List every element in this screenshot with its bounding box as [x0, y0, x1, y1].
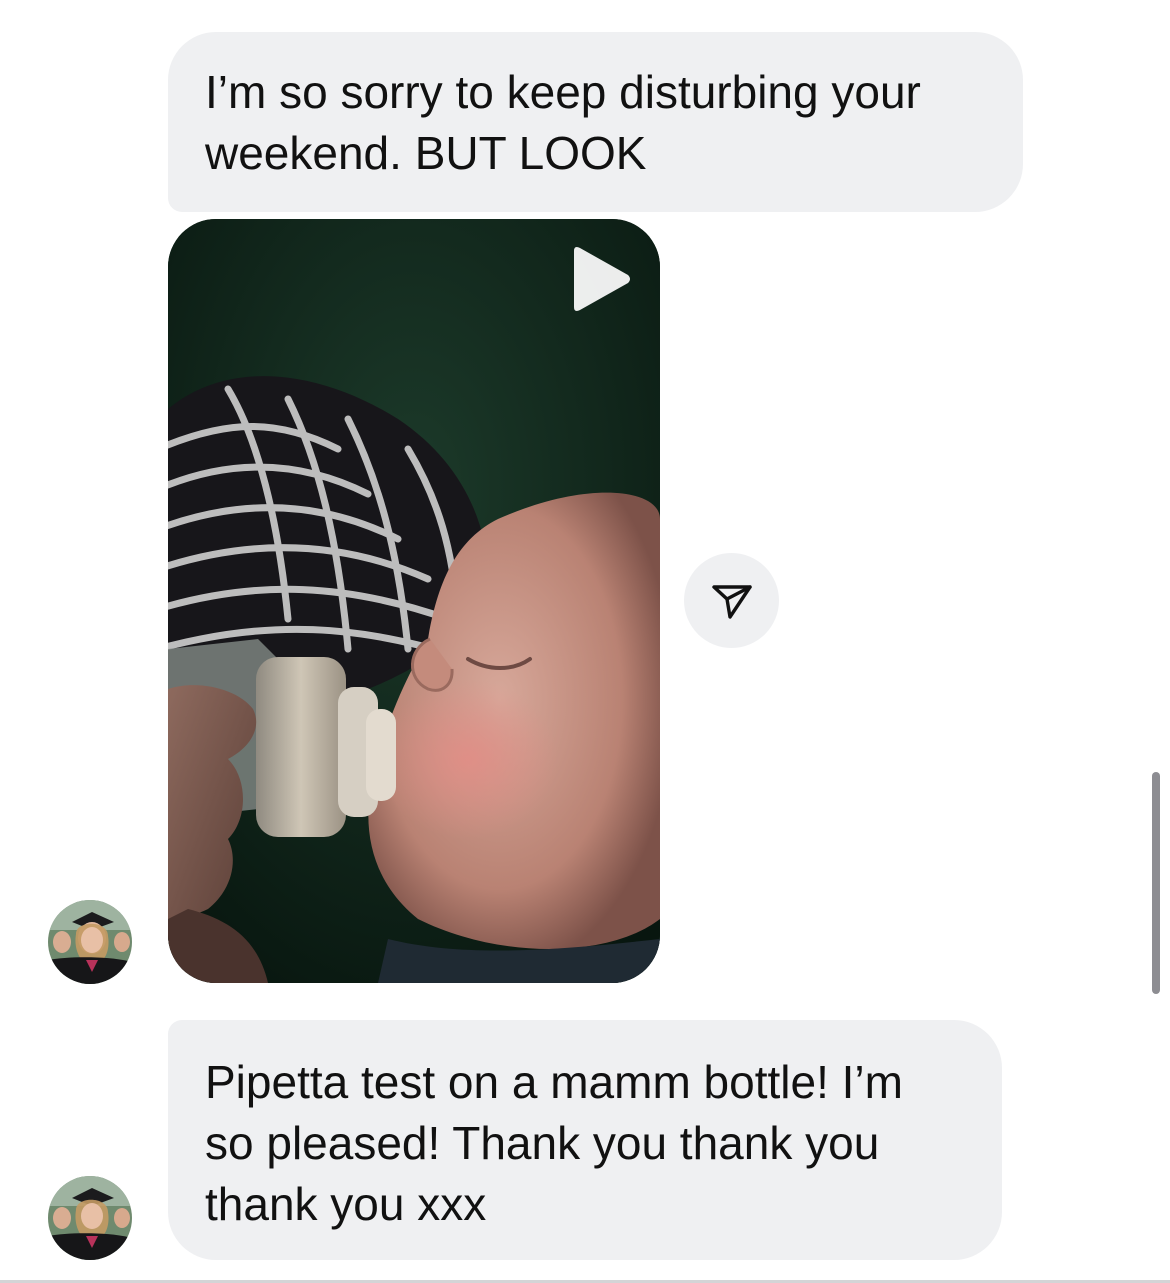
sender-avatar[interactable] [48, 900, 132, 984]
play-icon[interactable] [568, 245, 632, 313]
video-message[interactable] [168, 219, 660, 983]
message-text: Pipetta test on a mamm bottle! I’m so pl… [205, 1056, 903, 1230]
sender-avatar[interactable] [48, 1176, 132, 1260]
chat-thread: I’m so sorry to keep disturbing your wee… [0, 0, 1170, 1283]
message-bubble[interactable]: I’m so sorry to keep disturbing your wee… [168, 32, 1023, 212]
video-thumbnail [168, 219, 660, 983]
paper-plane-icon [711, 584, 752, 619]
scrollbar[interactable] [1152, 772, 1160, 994]
profile-photo-avatar [48, 900, 132, 984]
profile-photo-avatar [48, 1176, 132, 1260]
message-bubble[interactable]: Pipetta test on a mamm bottle! I’m so pl… [168, 1020, 1002, 1260]
message-text: I’m so sorry to keep disturbing your wee… [205, 66, 921, 179]
share-button[interactable] [684, 553, 779, 648]
